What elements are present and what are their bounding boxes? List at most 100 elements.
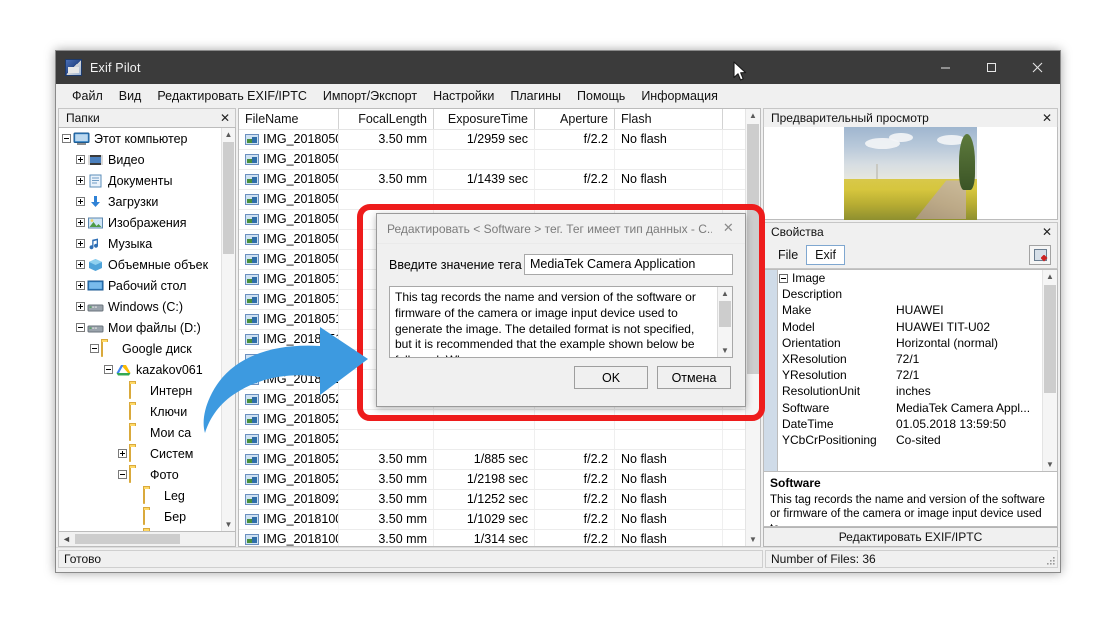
scroll-down-icon[interactable]: ▼: [222, 518, 235, 531]
tree-item-5[interactable]: Изображения: [59, 212, 222, 233]
property-row[interactable]: Orientation Horizontal (normal): [778, 335, 1057, 351]
scrollbar-thumb[interactable]: [719, 301, 731, 327]
edit-exif-icon[interactable]: [1029, 244, 1051, 265]
edit-exif-iptc-button[interactable]: Редактировать EXIF/IPTC: [763, 527, 1058, 547]
tree-expander-minus[interactable]: [87, 338, 101, 359]
column-header-aperture[interactable]: Aperture: [535, 109, 615, 129]
tree-expander-plus[interactable]: [73, 296, 87, 317]
tree-item-12[interactable]: kazakov061: [59, 359, 222, 380]
tree-item-9[interactable]: Windows (C:): [59, 296, 222, 317]
table-row[interactable]: IMG_2018050...3.50 mm1/1439 secf/2.2No f…: [239, 170, 760, 190]
table-row[interactable]: IMG_2018092...3.50 mm1/1252 secf/2.2No f…: [239, 490, 760, 510]
property-row[interactable]: DateTime 01.05.2018 13:59:50: [778, 416, 1057, 432]
tree-expander-minus[interactable]: [115, 464, 129, 485]
menu-item-3[interactable]: Редактировать EXIF/IPTC: [149, 87, 315, 105]
table-row[interactable]: IMG_2018050...: [239, 190, 760, 210]
table-row[interactable]: IMG_2018052...: [239, 410, 760, 430]
column-header-focallength[interactable]: FocalLength: [339, 109, 434, 129]
scroll-up-icon[interactable]: ▲: [1043, 270, 1057, 283]
menu-item-8[interactable]: Информация: [633, 87, 726, 105]
table-row[interactable]: IMG_2018052...3.50 mm1/885 secf/2.2No fl…: [239, 450, 760, 470]
tag-value-input[interactable]: MediaTek Camera Application: [524, 254, 733, 275]
tab-exif[interactable]: Exif: [806, 244, 845, 265]
column-header-exposuretime[interactable]: ExposureTime: [434, 109, 535, 129]
table-row[interactable]: IMG_2018100...3.50 mm1/314 secf/2.2No fl…: [239, 530, 760, 546]
tree-item-4[interactable]: Загрузки: [59, 191, 222, 212]
tree-item-3[interactable]: Документы: [59, 170, 222, 191]
resize-grip-icon[interactable]: [1045, 555, 1056, 566]
close-icon[interactable]: ✕: [1037, 112, 1057, 124]
tree-item-7[interactable]: Объемные объек: [59, 254, 222, 275]
tree-expander-plus[interactable]: [73, 275, 87, 296]
tree-item-1[interactable]: Этот компьютер: [59, 128, 222, 149]
hscrollbar-thumb[interactable]: [75, 534, 180, 544]
close-icon[interactable]: ✕: [1037, 226, 1057, 238]
menu-item-4[interactable]: Импорт/Экспорт: [315, 87, 425, 105]
close-icon[interactable]: ✕: [215, 112, 235, 124]
tree-item-6[interactable]: Музыка: [59, 233, 222, 254]
dialog-description-box[interactable]: This tag records the name and version of…: [389, 286, 733, 358]
menu-item-5[interactable]: Настройки: [425, 87, 502, 105]
tree-item-17[interactable]: Фото: [59, 464, 222, 485]
tree-item-19[interactable]: Бер: [59, 506, 222, 527]
property-row[interactable]: ResolutionUnit inches: [778, 383, 1057, 399]
tree-item-2[interactable]: Видео: [59, 149, 222, 170]
tree-expander-plus[interactable]: [115, 443, 129, 464]
folder-tree-vertical-scrollbar[interactable]: ▲ ▼: [221, 128, 235, 531]
close-icon[interactable]: ✕: [712, 221, 745, 236]
scroll-down-icon[interactable]: ▼: [718, 344, 732, 357]
tree-item-10[interactable]: Мои файлы (D:): [59, 317, 222, 338]
tree-item-15[interactable]: Мои са: [59, 422, 222, 443]
property-row[interactable]: YResolution 72/1: [778, 367, 1057, 383]
tree-item-16[interactable]: Систем: [59, 443, 222, 464]
tree-item-18[interactable]: Leg: [59, 485, 222, 506]
table-row[interactable]: IMG_2018050...: [239, 150, 760, 170]
folder-tree-horizontal-scrollbar[interactable]: ◄ ►: [58, 532, 236, 547]
scroll-left-icon[interactable]: ◄: [59, 534, 74, 544]
tree-expander-plus[interactable]: [73, 149, 87, 170]
minimize-button[interactable]: [922, 51, 968, 84]
tree-expander-minus[interactable]: [73, 317, 87, 338]
table-row[interactable]: IMG_2018052...3.50 mm1/2198 secf/2.2No f…: [239, 470, 760, 490]
properties-scrollbar[interactable]: ▲ ▼: [1042, 270, 1057, 471]
scroll-up-icon[interactable]: ▲: [222, 128, 235, 141]
properties-group-row[interactable]: Image: [778, 270, 1057, 287]
tree-expander-minus[interactable]: [59, 128, 73, 149]
menu-item-2[interactable]: Вид: [111, 87, 150, 105]
close-button[interactable]: [1014, 51, 1060, 84]
file-list-scrollbar[interactable]: ▲ ▼: [745, 109, 760, 546]
cancel-button[interactable]: Отмена: [657, 366, 731, 389]
column-header-flash[interactable]: Flash: [615, 109, 723, 129]
tree-expander-plus[interactable]: [129, 527, 143, 531]
property-row[interactable]: Make HUAWEI: [778, 302, 1057, 318]
scroll-down-icon[interactable]: ▼: [746, 533, 760, 546]
scroll-up-icon[interactable]: ▲: [718, 287, 732, 300]
property-row[interactable]: Model HUAWEI TIT-U02: [778, 319, 1057, 335]
scroll-up-icon[interactable]: ▲: [746, 109, 760, 122]
column-header-filename[interactable]: FileName: [239, 109, 339, 129]
menu-item-1[interactable]: Файл: [64, 87, 111, 105]
tree-item-20[interactable]: Бор: [59, 527, 222, 531]
properties-grid[interactable]: Image Description Make HUAWEI Model HUAWEI TI…: [763, 269, 1058, 472]
tree-expander-plus[interactable]: [73, 233, 87, 254]
menu-item-7[interactable]: Помощь: [569, 87, 633, 105]
folder-tree[interactable]: Этот компьютер Видео Документы Загрузки Изоб…: [58, 127, 236, 532]
property-row[interactable]: YCbCrPositioning Co-sited: [778, 432, 1057, 448]
tab-file[interactable]: File: [770, 246, 806, 264]
table-row[interactable]: IMG_2018100...3.50 mm1/1029 secf/2.2No f…: [239, 510, 760, 530]
maximize-button[interactable]: [968, 51, 1014, 84]
property-row[interactable]: XResolution 72/1: [778, 351, 1057, 367]
tree-item-14[interactable]: Ключи: [59, 401, 222, 422]
scrollbar-thumb[interactable]: [1044, 285, 1056, 393]
table-row[interactable]: IMG_2018050...3.50 mm1/2959 secf/2.2No f…: [239, 130, 760, 150]
scroll-down-icon[interactable]: ▼: [1043, 458, 1057, 471]
tree-item-8[interactable]: Рабочий стол: [59, 275, 222, 296]
tree-expander-plus[interactable]: [73, 170, 87, 191]
tree-item-13[interactable]: Интерн: [59, 380, 222, 401]
tree-expander-plus[interactable]: [73, 212, 87, 233]
property-row[interactable]: Description: [778, 286, 1057, 302]
ok-button[interactable]: OK: [574, 366, 648, 389]
scrollbar-thumb[interactable]: [747, 124, 759, 374]
tree-expander-plus[interactable]: [73, 254, 87, 275]
menu-item-6[interactable]: Плагины: [502, 87, 569, 105]
